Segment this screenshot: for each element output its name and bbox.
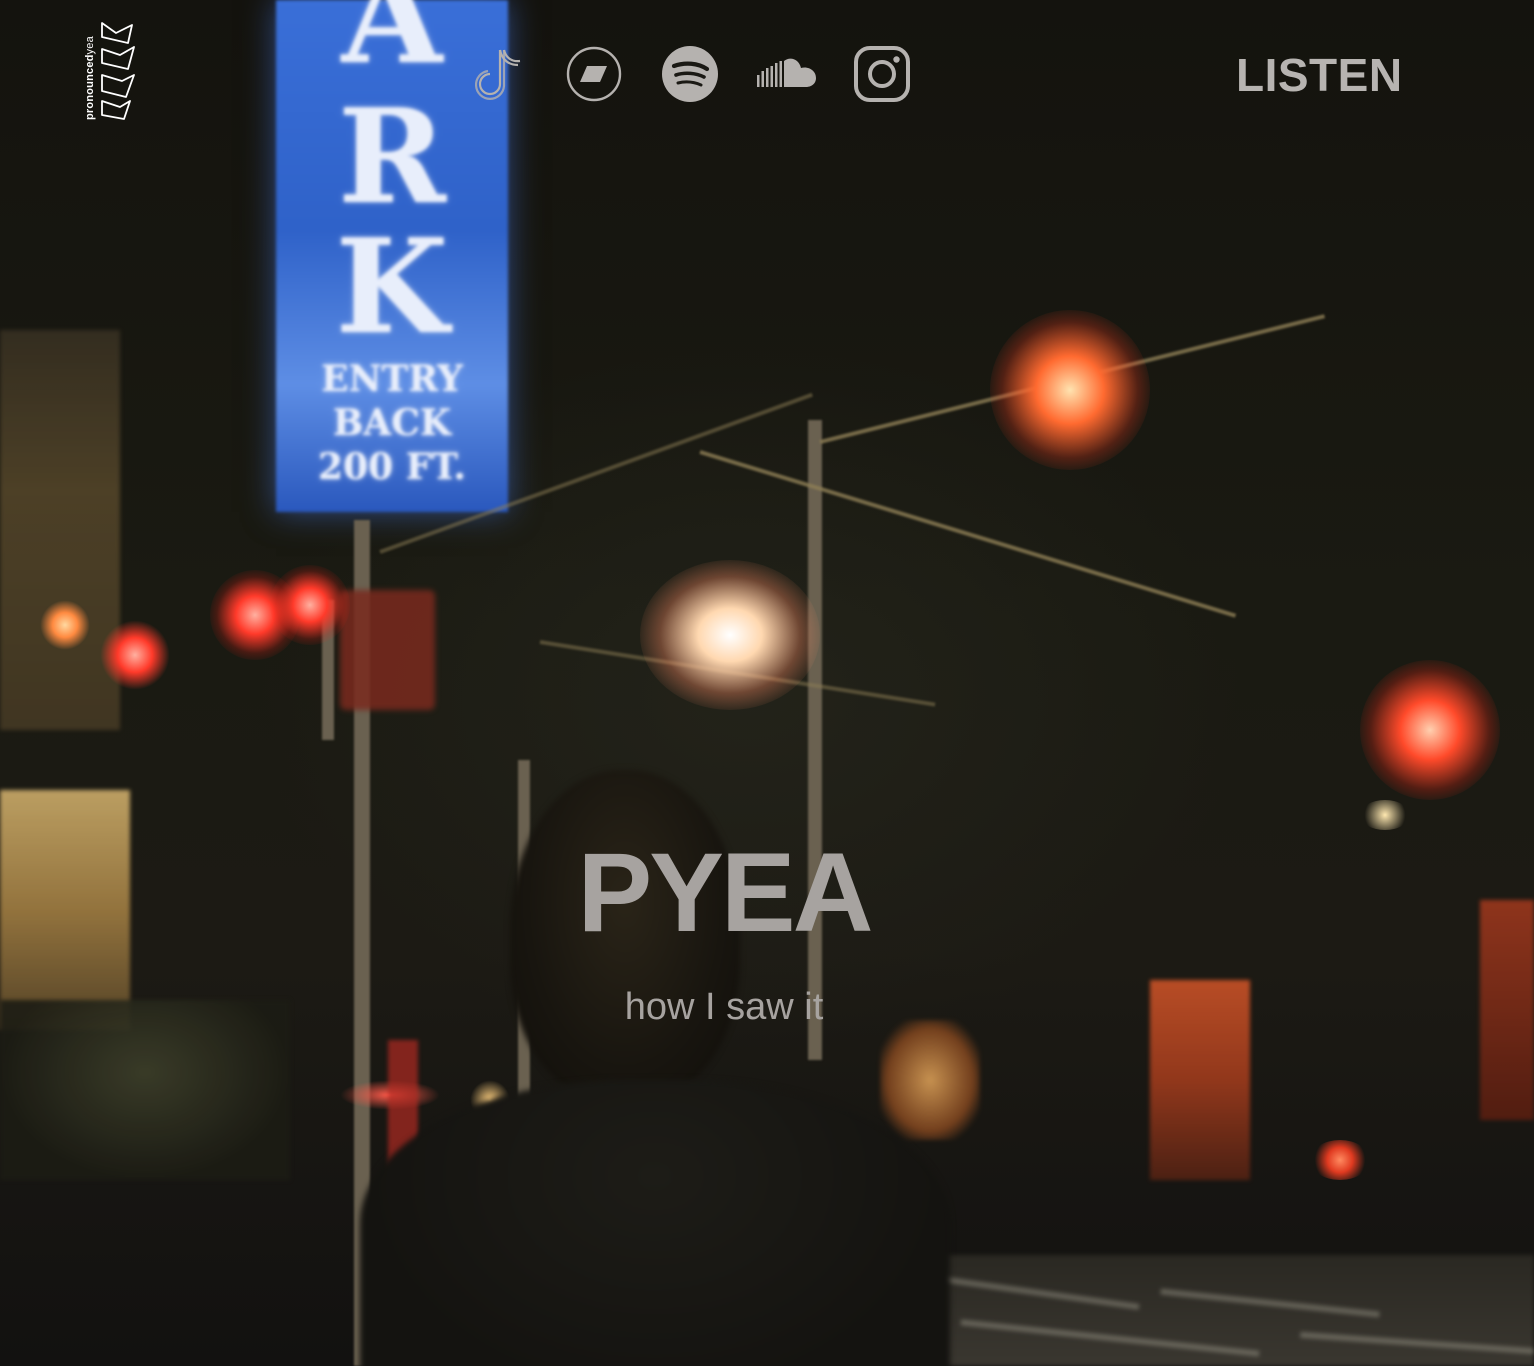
instagram-link[interactable] (853, 45, 911, 103)
release-title: how I saw it (624, 986, 824, 1028)
logo-text: pronouncedyea (84, 36, 96, 120)
tiktok-link[interactable] (470, 45, 528, 103)
bandcamp-link[interactable] (565, 45, 623, 103)
bandcamp-icon (566, 46, 622, 102)
wave-stack-icon (101, 22, 135, 120)
soundcloud-icon (757, 58, 816, 87)
tiktok-icon (474, 49, 521, 100)
artist-title: PYEA (577, 830, 874, 955)
spotify-link[interactable] (661, 45, 719, 103)
soundcloud-link[interactable] (757, 45, 817, 103)
brand-logo[interactable]: pronouncedyea (80, 15, 140, 125)
instagram-icon (854, 46, 910, 102)
listen-link[interactable]: LISTEN (1236, 48, 1403, 102)
hero-background-photo: A R K ENTRY BACK 200 FT. (0, 0, 1534, 1366)
spotify-icon (662, 46, 718, 102)
